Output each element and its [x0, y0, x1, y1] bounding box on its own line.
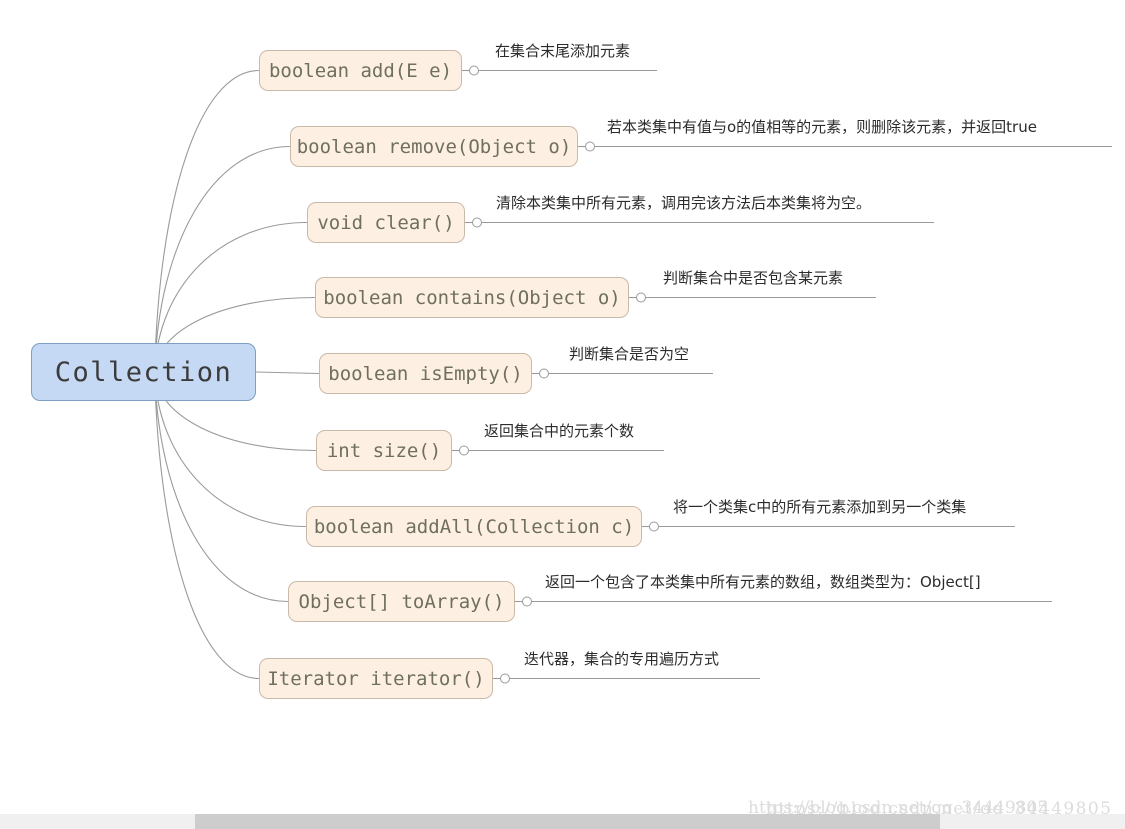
- note-connector-dot: [522, 596, 532, 607]
- horizontal-scrollbar-thumb[interactable]: [195, 814, 940, 829]
- method-note: 判断集合中是否包含某元素: [663, 269, 844, 287]
- horizontal-scrollbar-track[interactable]: [0, 814, 1125, 829]
- mindmap-canvas: Collection boolean add(E e) 在集合末尾添加元素 bool…: [0, 0, 1125, 829]
- method-note: 返回一个包含了本类集中所有元素的数组，数组类型为：Object[]: [545, 573, 981, 591]
- branch-curve: [154, 69, 260, 371]
- method-node[interactable]: boolean add(E e): [259, 50, 462, 91]
- branch-curve: [154, 145, 291, 371]
- note-connector-dot: [585, 141, 595, 152]
- method-node[interactable]: Object[] toArray(): [288, 581, 515, 622]
- branch-curve: [255, 371, 320, 375]
- note-connector-dot: [459, 445, 469, 456]
- root-node-collection[interactable]: Collection: [31, 343, 256, 401]
- method-note: 判断集合是否为空: [569, 345, 690, 363]
- method-note: 若本类集中有值与o的值相等的元素，则删除该元素，并返回true: [607, 118, 1037, 136]
- method-node[interactable]: Iterator iterator(): [259, 658, 493, 699]
- method-node[interactable]: void clear(): [307, 202, 465, 243]
- method-node[interactable]: boolean contains(Object o): [315, 277, 629, 318]
- method-note: 返回集合中的元素个数: [484, 422, 635, 440]
- method-note: 将一个类集c中的所有元素添加到另一个类集: [673, 498, 967, 516]
- method-note: 迭代器，集合的专用遍历方式: [524, 650, 720, 668]
- note-connector-dot: [649, 521, 659, 532]
- branch-curve: [154, 373, 289, 603]
- note-connector-dot: [500, 673, 510, 684]
- method-note: 在集合末尾添加元素: [495, 42, 631, 60]
- method-node[interactable]: boolean isEmpty(): [319, 353, 532, 394]
- note-connector-dot: [539, 368, 549, 379]
- method-node[interactable]: int size(): [316, 430, 452, 471]
- branch-curve: [154, 373, 260, 680]
- note-connector-dot: [472, 217, 482, 228]
- note-connector-dot: [469, 65, 479, 76]
- method-node[interactable]: boolean remove(Object o): [290, 126, 578, 167]
- note-connector-dot: [636, 292, 646, 303]
- method-node[interactable]: boolean addAll(Collection c): [306, 506, 642, 547]
- method-note: 清除本类集中所有元素，调用完该方法后本类集将为空。: [496, 194, 872, 212]
